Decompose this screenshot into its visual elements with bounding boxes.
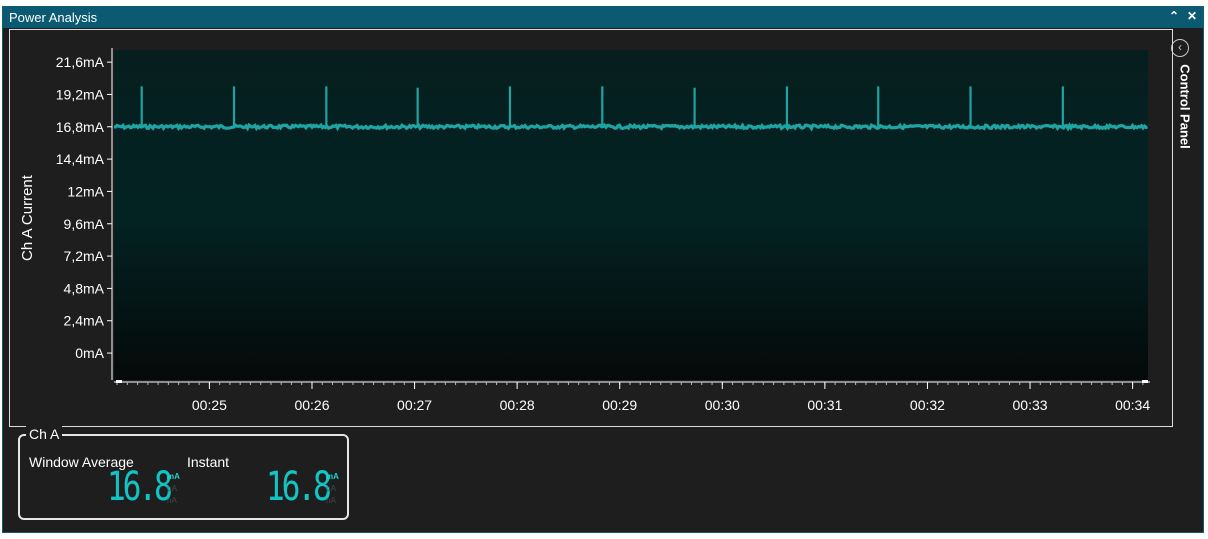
y-tick-label: 9,6mA [64,216,105,232]
window-title: Power Analysis [9,10,98,25]
x-axis: 00:25 00:26 00:27 00:28 00:29 00:30 00:31 00:32… [114,380,1150,413]
window-average-unit-ua: µA [167,484,177,493]
instant-unit-ma: mA [326,472,339,481]
plot-panel: 21,6mA 19,2mA 16,8mA 14,4mA 12mA 9,6mA 7,2mA 4,… [9,29,1173,427]
x-tick-label: 00:27 [397,397,432,413]
channel-legend: Ch A [26,426,63,442]
current-chart[interactable]: 21,6mA 19,2mA 16,8mA 14,4mA 12mA 9,6mA 7,2mA 4,… [10,30,1172,426]
y-tick-label: 12mA [67,183,104,199]
x-tick-label: 00:32 [910,397,945,413]
chevron-up-icon[interactable]: ⌃ [1169,9,1179,23]
instant-unit-ua: µA [326,484,336,493]
window-average-value: 16.8 [107,464,173,510]
title-bar: Power Analysis ⌃ ✕ [3,7,1203,28]
y-axis-label: Ch A Current [19,174,36,261]
x-axis-end-mark [1142,380,1148,383]
plot-area[interactable] [114,50,1148,380]
x-tick-label: 00:25 [192,397,227,413]
x-tick-label: 00:29 [602,397,637,413]
power-analysis-window: Power Analysis ⌃ ✕ 21,6mA 19,2mA 16,8mA 14,… [2,6,1204,533]
window-average-unit-na: nA [167,496,177,505]
x-tick-label: 00:31 [807,397,842,413]
control-panel-label[interactable]: Control Panel [1178,57,1193,157]
y-tick-label: 2,4mA [64,313,105,329]
control-panel-toggle[interactable]: ‹ Control Panel [1167,29,1201,429]
instant-value: 16.8 [266,464,332,510]
x-tick-label: 00:26 [294,397,329,413]
x-tick-label: 00:30 [705,397,740,413]
y-tick-label: 0mA [75,345,104,361]
instant-label: Instant [187,454,230,470]
y-tick-label: 21,6mA [56,54,105,70]
y-axis: 21,6mA 19,2mA 16,8mA 14,4mA 12mA 9,6mA 7,2mA 4,… [56,48,113,380]
y-tick-label: 16,8mA [56,119,105,135]
x-axis-start-mark [116,380,122,383]
close-icon[interactable]: ✕ [1187,9,1197,23]
y-tick-label: 14,4mA [56,151,105,167]
channel-a-group: Ch A Window Average 16.8 mA µA nA Instan… [18,426,349,520]
instant-unit-na: nA [326,496,336,505]
chevron-left-icon[interactable]: ‹ [1171,39,1189,57]
window-average-unit-ma: mA [167,472,180,481]
y-tick-label: 7,2mA [64,248,105,264]
x-tick-label: 00:33 [1013,397,1048,413]
y-tick-label: 4,8mA [64,280,105,296]
x-tick-label: 00:28 [500,397,535,413]
x-tick-label: 00:34 [1115,397,1150,413]
y-tick-label: 19,2mA [56,86,105,102]
